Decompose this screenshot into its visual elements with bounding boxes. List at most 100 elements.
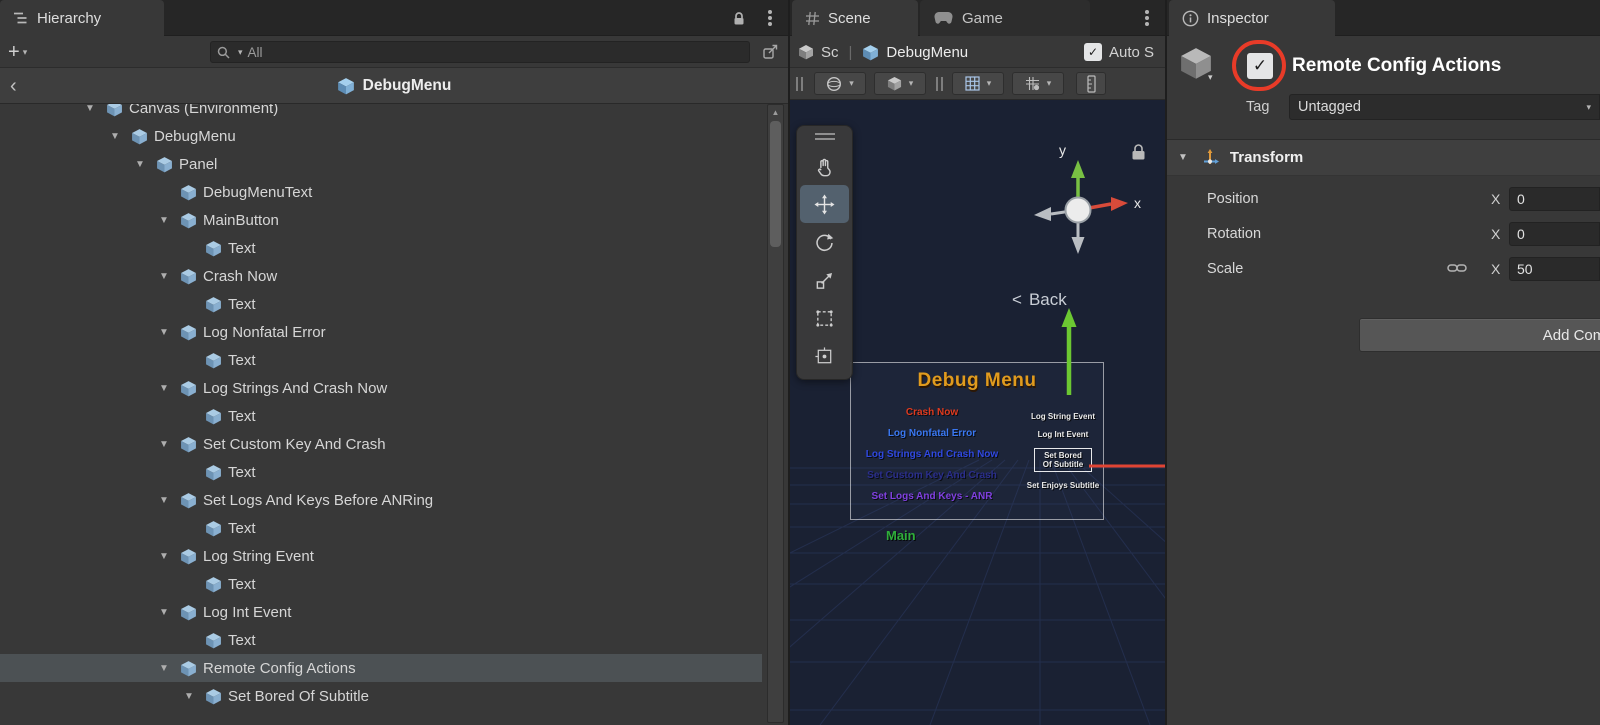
gameobject-cube-icon [106, 104, 123, 117]
tree-row[interactable]: ▼ Log String Event [0, 542, 762, 570]
expand-arrow-icon[interactable]: ▼ [83, 104, 106, 114]
add-component-button[interactable]: Add Com [1359, 318, 1600, 352]
tree-row[interactable]: ▼ Canvas (Environment) [0, 104, 762, 122]
expand-arrow-icon[interactable]: ▼ [157, 607, 180, 618]
main-button-label[interactable]: Main [886, 528, 916, 543]
gameobject-cube-icon [156, 156, 173, 173]
expand-arrow-icon[interactable]: ▼ [157, 663, 180, 674]
transform-value-field[interactable]: 0 [1509, 187, 1600, 211]
rect-tool-button[interactable] [800, 299, 849, 337]
hierarchy-tabstrip: Hierarchy [0, 0, 788, 36]
expand-arrow-icon[interactable]: ▼ [157, 383, 180, 394]
tree-row[interactable]: ▼ Set Custom Key And Crash [0, 430, 762, 458]
debug-menu-button[interactable]: Log Nonfatal Error [888, 428, 976, 439]
expand-arrow-icon[interactable]: ▼ [108, 131, 131, 142]
rotate-tool-button[interactable] [800, 223, 849, 261]
expand-arrow-icon[interactable]: ▼ [157, 551, 180, 562]
tree-row[interactable]: ▼ Remote Config Actions [0, 654, 762, 682]
grid-visibility-dropdown[interactable]: ▾ [952, 72, 1004, 95]
scroll-up-arrow-icon[interactable]: ▲ [768, 105, 783, 117]
tab-hierarchy[interactable]: Hierarchy [0, 0, 164, 36]
create-object-button[interactable]: + ▾ [8, 39, 27, 65]
debug-menu-button[interactable]: Set Bored Of Subtitle [1034, 448, 1092, 472]
lock-icon[interactable] [732, 11, 746, 26]
kebab-menu-icon[interactable] [1145, 16, 1149, 20]
debug-menu-button[interactable]: Log Strings And Crash Now [866, 449, 998, 460]
tree-row[interactable]: ▼ Log Int Event [0, 598, 762, 626]
tab-game[interactable]: Game [920, 0, 1090, 36]
auto-save-toggle[interactable]: ✓ Auto S [1084, 36, 1154, 68]
snap-settings-dropdown[interactable]: ▾ [1012, 72, 1064, 95]
expand-arrow-icon[interactable]: ▼ [157, 271, 180, 282]
expand-arrow-icon[interactable]: ▼ [133, 159, 156, 170]
scale-tool-button[interactable] [800, 261, 849, 299]
auto-save-checkbox[interactable]: ✓ [1084, 43, 1102, 61]
tree-row[interactable]: ▼ DebugMenu [0, 122, 762, 150]
tab-scene[interactable]: Scene [792, 0, 918, 36]
expand-arrow-icon[interactable]: ▼ [157, 495, 180, 506]
debug-menu-button[interactable]: Set Enjoys Subtitle [1027, 481, 1099, 490]
tool-strip-drag-handle[interactable] [815, 133, 835, 140]
debug-menu-button[interactable]: Set Logs And Keys - ANR [872, 491, 993, 502]
tree-row[interactable]: ▼ Set Bored Of Subtitle [0, 682, 762, 710]
constrain-icon[interactable] [1447, 262, 1467, 274]
toolbar-grip[interactable] [936, 77, 943, 91]
debug-menu-button[interactable]: Log String Event [1031, 412, 1095, 421]
tree-row[interactable]: ▼ Text [0, 234, 762, 262]
expand-arrow-icon[interactable]: ▼ [157, 327, 180, 338]
tree-row[interactable]: ▼ Set Logs And Keys Before ANRing [0, 486, 762, 514]
gameobject-cube-icon [180, 492, 197, 509]
gizmo-x-label[interactable]: x [1134, 195, 1141, 211]
transform-value-field[interactable]: 0 [1509, 222, 1600, 246]
hand-tool-button[interactable] [800, 147, 849, 185]
gizmo-y-label[interactable]: y [1059, 142, 1066, 158]
prefab-root[interactable]: DebugMenu [337, 77, 452, 95]
tree-row[interactable]: ▼ Panel [0, 150, 762, 178]
tree-row[interactable]: ▼ MainButton [0, 206, 762, 234]
press-to-edit-icon[interactable] [762, 43, 779, 64]
back-button-label[interactable]: < Back [1012, 290, 1067, 310]
move-tool-button[interactable] [800, 185, 849, 223]
object-name[interactable]: Remote Config Actions [1292, 55, 1501, 77]
back-chevron-icon[interactable]: ‹ [10, 69, 17, 103]
expand-arrow-icon[interactable]: ▼ [157, 215, 180, 226]
transform-component-header[interactable]: ▼ Transform [1167, 139, 1600, 176]
scene-asset-icon[interactable] [798, 44, 814, 60]
tree-row[interactable]: ▼ Log Strings And Crash Now [0, 374, 762, 402]
tree-row[interactable]: ▼ Text [0, 290, 762, 318]
debug-menu-button[interactable]: Crash Now [906, 407, 958, 418]
tab-inspector[interactable]: Inspector [1169, 0, 1335, 36]
tree-row[interactable]: ▼ Crash Now [0, 262, 762, 290]
debug-menu-button[interactable]: Log Int Event [1038, 430, 1089, 439]
expand-arrow-icon[interactable]: ▼ [182, 691, 205, 702]
kebab-menu-icon[interactable] [768, 16, 772, 20]
transform-value-field[interactable]: 50 [1509, 257, 1600, 281]
hierarchy-scrollbar[interactable]: ▲ [767, 104, 784, 723]
draw-mode-dropdown[interactable]: ▾ [814, 72, 866, 95]
tree-row-label: MainButton [203, 212, 279, 229]
scene-orientation-gizmo[interactable]: y x [1015, 135, 1165, 285]
gizmo-lock-icon[interactable] [1133, 145, 1145, 160]
icon-caret-down[interactable]: ▾ [1208, 72, 1213, 83]
scrollbar-thumb[interactable] [770, 121, 781, 247]
search-input[interactable]: ▾ All [210, 41, 750, 63]
scene-viewport[interactable]: Debug Menu Crash NowLog Nonfatal ErrorLo… [790, 100, 1165, 725]
measure-tool-button[interactable] [1076, 72, 1106, 95]
tree-row[interactable]: ▼ Log Nonfatal Error [0, 318, 762, 346]
tree-row[interactable]: ▼ Text [0, 458, 762, 486]
expand-arrow-icon[interactable]: ▼ [1178, 152, 1188, 163]
toolbar-grip[interactable] [796, 77, 803, 91]
tree-row[interactable]: ▼ Text [0, 402, 762, 430]
gameobject-cube-icon [180, 212, 197, 229]
tree-row[interactable]: ▼ Text [0, 626, 762, 654]
shading-mode-dropdown[interactable]: ▾ [874, 72, 926, 95]
debug-menu-button[interactable]: Set Custom Key And Crash [867, 470, 997, 481]
tree-row[interactable]: ▼ Text [0, 570, 762, 598]
expand-arrow-icon[interactable]: ▼ [157, 439, 180, 450]
scene-context-label[interactable]: Sc [821, 44, 839, 61]
tag-dropdown[interactable]: Untagged ▾ [1289, 94, 1600, 120]
tree-row[interactable]: ▼ Text [0, 514, 762, 542]
transform-tool-button[interactable] [800, 337, 849, 375]
tree-row[interactable]: ▼ DebugMenuText [0, 178, 762, 206]
tree-row[interactable]: ▼ Text [0, 346, 762, 374]
